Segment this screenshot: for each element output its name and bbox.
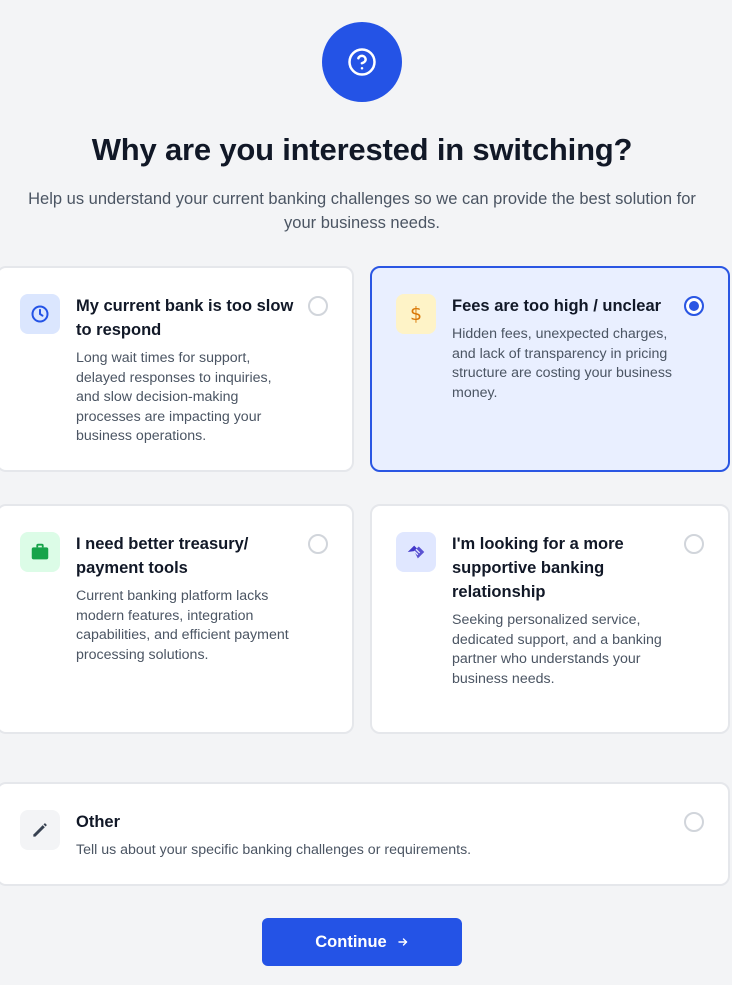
option-card-relationship[interactable]: I'm looking for a more supportive bankin… — [370, 504, 730, 734]
clock-icon — [20, 294, 60, 334]
option-card-treasury[interactable]: I need better treasury/ payment tools Cu… — [0, 504, 354, 734]
page-title: Why are you interested in switching? — [91, 132, 633, 167]
option-card-other[interactable]: Other Tell us about your specific bankin… — [0, 782, 730, 886]
page-subtitle: Help us understand your current banking … — [28, 190, 696, 232]
option-radio[interactable] — [684, 812, 704, 832]
option-radio[interactable] — [308, 296, 328, 316]
option-description: Seeking personalized service, dedicated … — [452, 612, 662, 687]
option-card-slow-response[interactable]: My current bank is too slow to respond L… — [0, 266, 354, 472]
option-card-fees[interactable]: $ Fees are too high / unclear Hidden fee… — [370, 266, 730, 472]
option-radio[interactable] — [684, 534, 704, 554]
question-circle-icon — [322, 22, 402, 102]
option-description: Tell us about your specific banking chal… — [76, 842, 472, 858]
option-description: Long wait times for support, delayed res… — [76, 350, 272, 445]
pencil-icon — [20, 810, 60, 850]
option-title: I need better treasury/ payment tools — [76, 535, 249, 577]
option-description: Current banking platform lacks modern fe… — [76, 588, 289, 663]
option-title: Other — [76, 813, 121, 831]
option-radio[interactable] — [308, 534, 328, 554]
handshake-icon — [396, 532, 436, 572]
dollar-icon: $ — [396, 294, 436, 334]
option-description: Hidden fees, unexpected charges, and lac… — [452, 326, 673, 401]
option-radio-selected[interactable] — [684, 296, 704, 316]
continue-label: Continue — [315, 932, 387, 951]
briefcase-icon — [20, 532, 60, 572]
option-title: I'm looking for a more supportive bankin… — [452, 535, 624, 601]
arrow-right-icon — [397, 936, 409, 948]
option-title: My current bank is too slow to respond — [76, 297, 294, 339]
option-title: Fees are too high / unclear — [452, 297, 662, 315]
continue-button[interactable]: Continue — [262, 918, 462, 966]
